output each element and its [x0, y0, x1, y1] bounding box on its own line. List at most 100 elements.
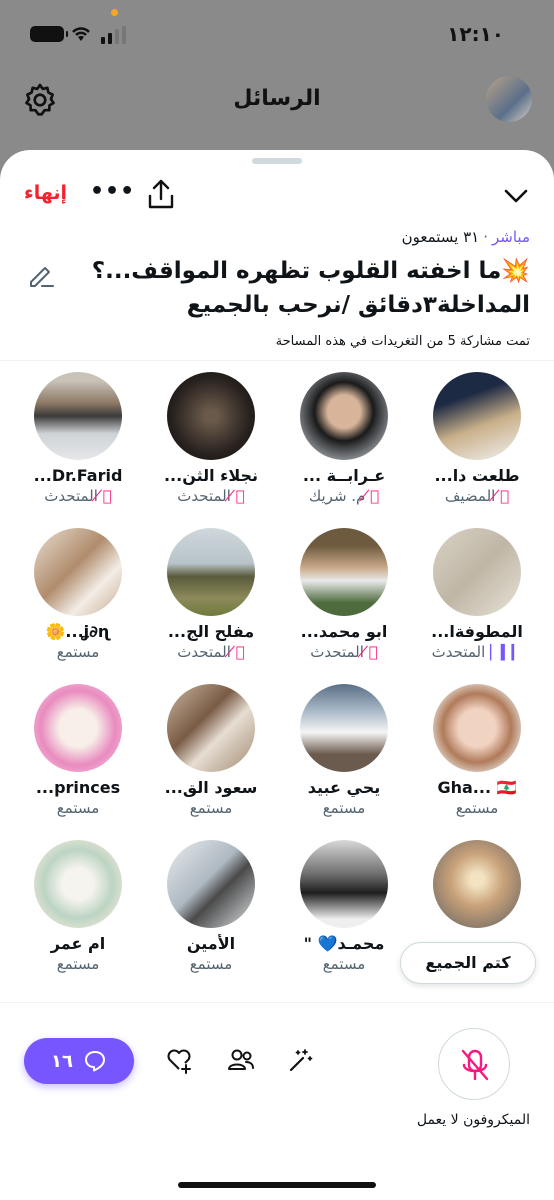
status-bar: ١٢:١٠: [0, 0, 554, 70]
space-title: 💥ما اخفته القلوب تظهره المواقف...؟ المدا…: [80, 254, 530, 322]
participant[interactable]: ابو محمد... 🎙̸ المتحدث: [279, 528, 409, 678]
participant-role: مستمع: [56, 799, 100, 817]
avatar: [433, 372, 521, 460]
share-icon[interactable]: [146, 178, 176, 210]
participant-name: princes...: [35, 778, 121, 797]
people-icon[interactable]: [226, 1045, 256, 1075]
participant-role: مستمع: [189, 799, 233, 817]
mic-off-icon: 🎙̸: [235, 487, 245, 505]
end-space-button[interactable]: إنهاء: [24, 182, 67, 204]
mic-status-label: الميكروفون لا يعمل: [416, 1112, 530, 1128]
participant[interactable]: ام عمر مستمع: [13, 840, 143, 990]
more-icon[interactable]: •••: [90, 181, 134, 206]
avatar[interactable]: [486, 76, 532, 122]
heart-plus-icon[interactable]: [164, 1045, 194, 1075]
participant[interactable]: نجلاء الثن... 🎙̸ المتحدث: [146, 372, 276, 522]
live-status: مباشر·٣١ يستمعون: [402, 228, 530, 246]
avatar: [300, 840, 388, 928]
space-title-line: المداخلة٣دقائق /نرحب بالجميع: [186, 292, 530, 318]
participant-role: 🎙̸ المتحدث: [310, 643, 378, 661]
wifi-icon: [72, 27, 90, 41]
chevron-down-icon[interactable]: [502, 182, 530, 210]
messages-header: الرسائل: [0, 70, 554, 150]
microphone-button[interactable]: [438, 1028, 510, 1100]
speaking-bars-icon: ▎▍▏: [490, 645, 524, 661]
participant-role: مستمع: [322, 799, 366, 817]
mute-all-button[interactable]: كتم الجميع: [400, 942, 536, 984]
participant-role: مستمع: [56, 643, 100, 661]
mic-off-icon: 🎙̸: [500, 487, 510, 505]
participant-name: ʝ∂ɳ...🌼: [45, 622, 111, 641]
participant[interactable]: ع͏ـ͏ر͏ابـ͏ـة ... 🎙̸ م. شريك: [279, 372, 409, 522]
space-title-line: 💥ما اخفته القلوب تظهره المواقف...؟: [91, 258, 530, 284]
avatar: [300, 684, 388, 772]
signal-icon: [101, 26, 126, 44]
avatar: [34, 840, 122, 928]
participant[interactable]: Dr.Farid... 🎙̸ المتحدث: [13, 372, 143, 522]
participant[interactable]: princes... مستمع: [13, 684, 143, 834]
participant[interactable]: ʝ∂ɳ...🌼 مستمع: [13, 528, 143, 678]
battery-icon: [30, 26, 68, 42]
participant-role: 🎙̸ المتحدث: [177, 643, 245, 661]
avatar: [433, 684, 521, 772]
participant[interactable]: سعود الق... مستمع: [146, 684, 276, 834]
avatar: [167, 372, 255, 460]
mic-off-icon: [461, 1049, 489, 1081]
participant[interactable]: يحي عبيد مستمع: [279, 684, 409, 834]
participant-name: ع͏ـ͏ر͏ابـ͏ـة ...: [302, 466, 386, 485]
mic-off-icon: 🎙̸: [370, 487, 380, 505]
participant[interactable]: المطوفةا... ▎▍▏ المتحدث: [412, 528, 542, 678]
participant-name: المطوفةا...: [431, 622, 523, 641]
participant-name: محمـد💙 ": [303, 934, 385, 953]
participant-name: يحي عبيد: [307, 778, 381, 797]
shared-tweets-note[interactable]: تمت مشاركة 5 من التغريدات في هذه المساحة: [276, 334, 530, 349]
participant-role: 🎙̸ المتحدث: [44, 487, 112, 505]
mic-off-icon: 🎙̸: [368, 643, 378, 661]
mic-off-icon: 🎙̸: [235, 643, 245, 661]
avatar: [433, 528, 521, 616]
participant-name: سعود الق...: [164, 778, 258, 797]
participant[interactable]: مفلح الج... 🎙̸ المتحدث: [146, 528, 276, 678]
divider: [0, 360, 554, 361]
pencil-icon[interactable]: [26, 260, 56, 290]
participant-name: ام عمر: [50, 934, 106, 953]
avatar: [34, 684, 122, 772]
participant-role: ▎▍▏ المتحدث: [431, 643, 525, 661]
comments-count: ١٦: [51, 1050, 73, 1072]
avatar: [300, 528, 388, 616]
page-title: الرسائل: [233, 86, 321, 111]
live-separator: ·: [483, 228, 489, 246]
avatar: [34, 528, 122, 616]
participant-name: طلعت دا...: [434, 466, 520, 485]
magic-wand-icon[interactable]: [286, 1045, 316, 1075]
participant-name: ابو محمد...: [300, 622, 388, 641]
space-sheet: إنهاء ••• مباشر·٣١ يستمعون 💥ما اخفته الق…: [0, 150, 554, 1200]
participant-name: الأمين: [186, 934, 236, 953]
participant[interactable]: طلعت دا... 🎙̸ المضيف: [412, 372, 542, 522]
participant-name: Gha... 🇱🇧: [437, 778, 517, 797]
participant-role: 🎙̸ المضيف: [444, 487, 510, 505]
avatar: [300, 372, 388, 460]
privacy-indicator: [111, 9, 118, 16]
sheet-handle[interactable]: [252, 158, 302, 164]
participant[interactable]: الأمين مستمع: [146, 840, 276, 990]
chat-bubble-icon: [84, 1051, 105, 1072]
participant-name: نجلاء الثن...: [163, 466, 259, 485]
participant[interactable]: Gha... 🇱🇧 مستمع: [412, 684, 542, 834]
mic-off-icon: 🎙̸: [102, 487, 112, 505]
participant-name: مفلح الج...: [167, 622, 255, 641]
divider: [0, 1002, 554, 1003]
space-toolbar: إنهاء •••: [0, 174, 554, 218]
comments-button[interactable]: ١٦: [24, 1038, 134, 1084]
participant-role: مستمع: [322, 955, 366, 973]
avatar: [167, 528, 255, 616]
listener-count: ٣١ يستمعون: [401, 228, 480, 246]
live-label: مباشر: [492, 228, 530, 246]
avatar: [433, 840, 521, 928]
participant-name: Dr.Farid...: [33, 466, 123, 485]
participant-role: 🎙̸ المتحدث: [177, 487, 245, 505]
avatar: [167, 684, 255, 772]
participant-role: مستمع: [455, 799, 499, 817]
home-indicator: [178, 1182, 376, 1188]
participant[interactable]: محمـد💙 " مستمع: [279, 840, 409, 990]
